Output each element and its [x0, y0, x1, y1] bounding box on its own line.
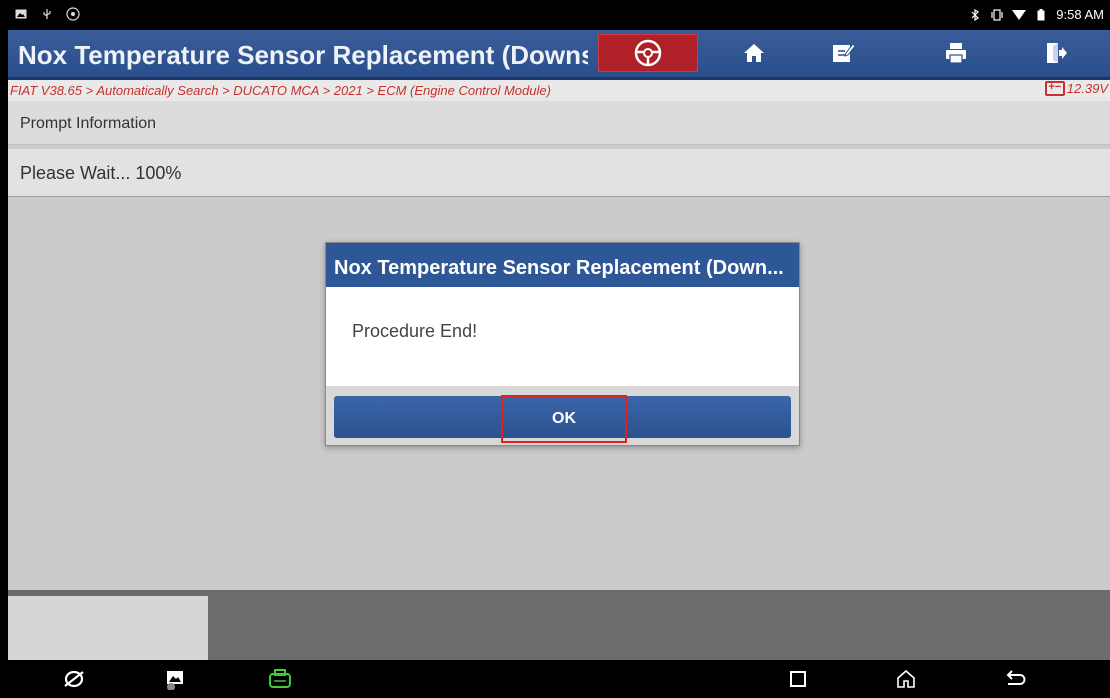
title-bar: Nox Temperature Sensor Replacement (Down…	[8, 30, 1110, 80]
vci-icon[interactable]	[268, 668, 292, 690]
bluetooth-icon	[968, 8, 982, 22]
vibrate-icon	[990, 8, 1004, 22]
edit-report-button[interactable]	[794, 33, 894, 73]
home-button[interactable]	[704, 33, 804, 73]
image-icon	[14, 7, 28, 21]
dialog-message: Procedure End!	[352, 321, 478, 341]
print-icon	[945, 42, 967, 64]
status-bar: 9:58 AM	[8, 0, 1110, 30]
dialog-title: Nox Temperature Sensor Replacement (Down…	[326, 243, 799, 287]
car-battery-icon: +−	[1044, 81, 1065, 96]
ok-button-highlight[interactable]: OK	[501, 395, 627, 443]
progress-text: Please Wait... 100%	[20, 163, 182, 183]
exit-button[interactable]	[1006, 33, 1106, 73]
wifi-icon	[1012, 8, 1027, 22]
nav-bar	[8, 660, 1110, 698]
ok-button[interactable]: OK	[334, 395, 791, 443]
browser-icon[interactable]	[62, 668, 86, 690]
steering-wheel-icon	[634, 39, 662, 67]
settings-circle-icon	[66, 7, 80, 21]
progress-row: Please Wait... 100%	[8, 149, 1110, 197]
dialog-footer: OK	[326, 386, 799, 445]
back-icon[interactable]	[1004, 668, 1028, 690]
print-button[interactable]	[906, 33, 1006, 73]
battery-icon	[1034, 8, 1048, 22]
app-frame: 9:58 AM Nox Temperature Sensor Replaceme…	[8, 0, 1110, 698]
home-nav-icon[interactable]	[894, 668, 918, 690]
footer-button-placeholder[interactable]	[8, 596, 208, 660]
status-left-icons	[14, 7, 80, 21]
section-title: Prompt Information	[20, 115, 157, 132]
voltage-value: 12.39V	[1066, 81, 1108, 96]
dialog-body: Procedure End!	[326, 287, 799, 386]
page-title: Nox Temperature Sensor Replacement (Down…	[18, 40, 588, 70]
status-time: 9:58 AM	[1056, 7, 1104, 22]
usb-icon	[40, 7, 54, 21]
edit-report-icon	[832, 42, 856, 64]
footer-bar	[8, 590, 1110, 660]
exit-icon	[1045, 42, 1067, 64]
home-icon	[743, 42, 765, 64]
prompt-header: Prompt Information	[8, 101, 1110, 145]
breadcrumb: FIAT V38.65 > Automatically Search > DUC…	[10, 83, 551, 98]
procedure-dialog: Nox Temperature Sensor Replacement (Down…	[325, 242, 800, 446]
status-right-icons: 9:58 AM	[968, 7, 1104, 22]
recents-icon[interactable]	[786, 668, 810, 690]
gallery-icon[interactable]	[164, 668, 188, 690]
battery-voltage: +− 12.39V	[1044, 81, 1108, 96]
steering-wheel-button[interactable]	[598, 34, 698, 72]
ok-button-label: OK	[552, 410, 576, 427]
breadcrumb-bar: FIAT V38.65 > Automatically Search > DUC…	[8, 80, 1110, 101]
